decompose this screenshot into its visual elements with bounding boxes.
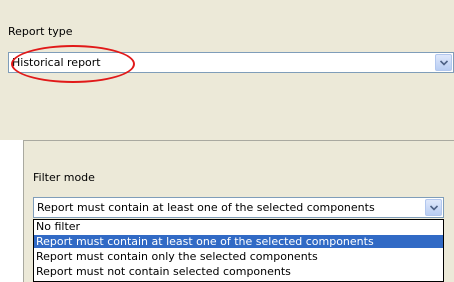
annotation-ellipse	[11, 45, 135, 83]
dropdown-option-not-contain[interactable]: Report must not contain selected compone…	[34, 265, 443, 278]
chevron-down-icon	[440, 60, 448, 66]
filter-mode-label: Filter mode	[33, 171, 95, 184]
filter-mode-dropdown-button[interactable]	[425, 199, 442, 216]
filter-mode-value: Report must contain at least one of the …	[37, 201, 375, 214]
dropdown-option-at-least-one[interactable]: Report must contain at least one of the …	[34, 235, 443, 248]
dropdown-option-no-filter[interactable]: No filter	[34, 220, 443, 233]
report-type-label: Report type	[8, 25, 73, 38]
report-type-dropdown-button[interactable]	[435, 54, 452, 71]
chevron-down-icon	[430, 205, 438, 211]
dropdown-option-only-selected[interactable]: Report must contain only the selected co…	[34, 250, 443, 263]
filter-mode-dropdown-list[interactable]: No filter Report must contain at least o…	[33, 219, 444, 282]
filter-mode-select[interactable]: Report must contain at least one of the …	[33, 197, 444, 218]
